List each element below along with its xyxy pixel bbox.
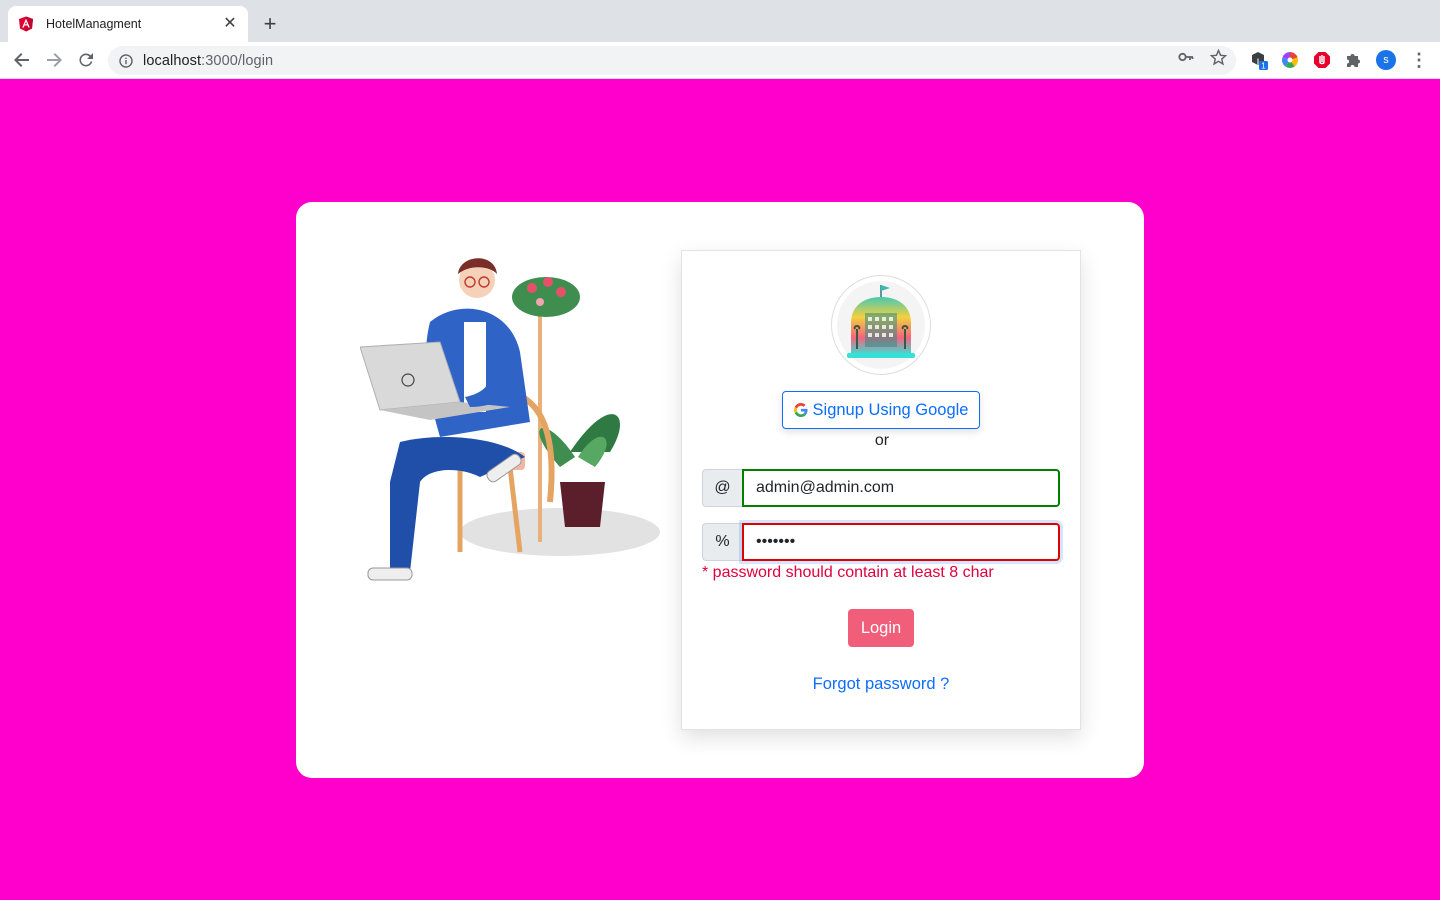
password-prefix: % <box>702 523 742 561</box>
password-field[interactable] <box>742 523 1060 561</box>
email-prefix: @ <box>702 469 742 507</box>
forgot-password-link[interactable]: Forgot password ? <box>682 675 1080 694</box>
person-with-laptop-illustration <box>360 258 660 581</box>
or-separator: or <box>874 432 890 449</box>
extension-cube-icon[interactable]: 1 <box>1249 50 1269 70</box>
email-input-group: @ <box>702 469 1060 507</box>
back-arrow-icon[interactable] <box>10 48 34 72</box>
google-signup-label: Signup Using Google <box>812 400 969 419</box>
key-icon[interactable] <box>1177 48 1195 66</box>
info-icon[interactable] <box>119 53 133 68</box>
star-icon[interactable] <box>1209 48 1227 66</box>
tab-title: HotelManagment <box>46 17 142 31</box>
google-icon <box>793 403 808 417</box>
browser-tab-strip: HotelManagment ✕ + <box>0 0 1440 42</box>
hotel-logo <box>831 275 931 375</box>
color-wheel-icon[interactable] <box>1280 50 1300 70</box>
address-bar[interactable]: localhost:3000/login <box>108 46 1236 75</box>
hotel-logo-image <box>837 281 925 369</box>
close-icon[interactable]: ✕ <box>222 16 238 32</box>
login-form: Signup Using Google or @ % * password sh… <box>681 250 1081 730</box>
password-error-message: * password should contain at least 8 cha… <box>702 564 994 581</box>
login-button[interactable]: Login <box>848 609 914 647</box>
plus-icon[interactable]: + <box>258 12 282 36</box>
puzzle-icon[interactable] <box>1344 50 1364 70</box>
login-card: Signup Using Google or @ % * password sh… <box>296 202 1144 778</box>
reload-icon[interactable] <box>74 48 98 72</box>
url-path: :3000/login <box>201 52 274 69</box>
url-host: localhost <box>143 52 202 69</box>
profile-avatar[interactable]: s <box>1376 50 1396 70</box>
url-text: localhost:3000/login <box>143 53 273 69</box>
email-field[interactable] <box>742 469 1060 507</box>
more-menu-icon[interactable]: ⋮ <box>1410 50 1428 70</box>
google-signup-button[interactable]: Signup Using Google <box>782 391 980 429</box>
browser-tab[interactable]: HotelManagment ✕ <box>8 6 248 42</box>
forward-arrow-icon[interactable] <box>42 48 66 72</box>
adblock-shield-icon[interactable] <box>1312 50 1332 70</box>
browser-toolbar: localhost:3000/login 1 s ⋮ <box>0 42 1440 79</box>
password-input-group: % <box>702 523 1060 561</box>
extension-badge: 1 <box>1261 62 1266 71</box>
angular-icon <box>18 16 34 32</box>
